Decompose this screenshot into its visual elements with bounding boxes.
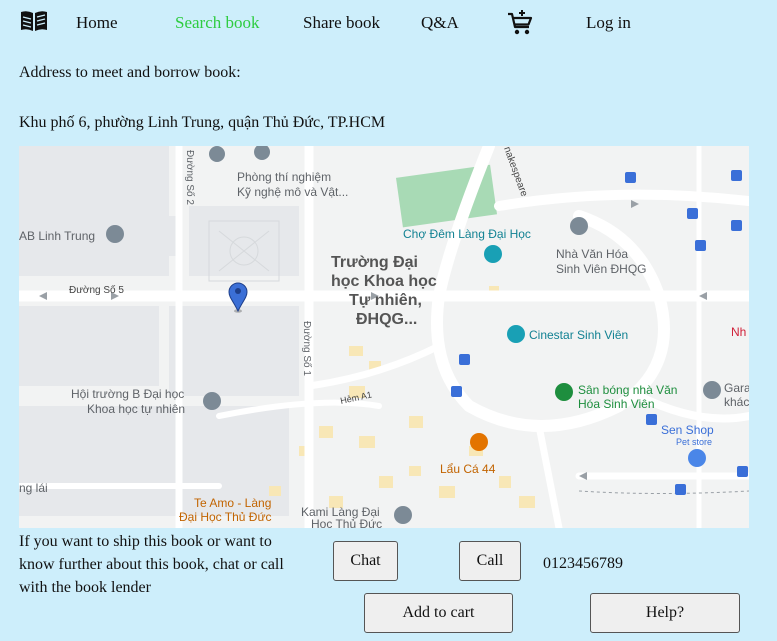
map-label: Gara	[724, 381, 749, 395]
map-label: Phòng thí nghiệm	[237, 170, 331, 184]
map-label: ĐHQG...	[356, 311, 417, 328]
call-button[interactable]: Call	[459, 541, 521, 581]
map-label: Chợ Đêm Làng Đại Học	[403, 227, 531, 241]
add-to-cart-button[interactable]: Add to cart	[364, 593, 513, 633]
map-label: Học Thủ Đức	[311, 517, 382, 528]
map-label: Trường Đại	[331, 254, 418, 271]
nav-qa[interactable]: Q&A	[421, 13, 459, 33]
map-label: Đường Số 1	[301, 321, 313, 376]
map-label: Lẩu Cá 44	[440, 462, 496, 476]
nav-search-book[interactable]: Search book	[175, 13, 260, 33]
map-label: Nhà Văn Hóa	[556, 247, 628, 261]
map-label: Đường Số 2	[184, 150, 196, 205]
cart-icon[interactable]	[506, 9, 534, 37]
help-button[interactable]: Help?	[590, 593, 740, 633]
map-label: Đại Học Thủ Đức	[179, 510, 272, 524]
map-label: Cinestar Sinh Viên	[529, 328, 628, 342]
map-label: khác	[724, 395, 749, 409]
map-label: Tự nhiên,	[349, 292, 422, 309]
map-label: Pet store	[676, 437, 712, 447]
nav-home[interactable]: Home	[76, 13, 118, 33]
map-label: Kỹ nghệ mô và Vật...	[237, 185, 348, 199]
map-label: Sân bóng nhà Văn	[578, 383, 677, 397]
nav-share-book[interactable]: Share book	[303, 13, 380, 33]
book-icon[interactable]	[20, 10, 48, 32]
map-label: ng lái	[19, 481, 48, 495]
map-label: Hội trường B Đại học	[71, 387, 184, 401]
map-label: AB Linh Trung	[19, 229, 95, 243]
contact-info: If you want to ship this book or want to…	[19, 533, 284, 596]
map-label: học Khoa học	[331, 273, 437, 290]
address-value: Khu phố 6, phường Linh Trung, quận Thủ Đ…	[19, 114, 386, 131]
nav-login[interactable]: Log in	[586, 13, 631, 33]
map-label: Te Amo - Làng	[194, 496, 271, 510]
phone-number: 0123456789	[543, 555, 623, 572]
map-view[interactable]: Phòng thí nghiệm Kỹ nghệ mô và Vật... Đư…	[19, 146, 749, 528]
map-label: nakespeare	[501, 146, 529, 199]
map-label: Nh	[731, 325, 746, 339]
top-nav: Home Search book Share book Q&A Log in	[0, 0, 777, 46]
map-label: Sen Shop	[661, 423, 714, 437]
map-label: Hóa Sinh Viên	[578, 397, 655, 411]
chat-button[interactable]: Chat	[333, 541, 398, 581]
map-label: Đường Số 5	[69, 284, 124, 296]
address-heading: Address to meet and borrow book:	[19, 64, 241, 81]
map-label: Khoa học tự nhiên	[87, 402, 185, 416]
map-label: Sinh Viên ĐHQG	[556, 262, 647, 276]
